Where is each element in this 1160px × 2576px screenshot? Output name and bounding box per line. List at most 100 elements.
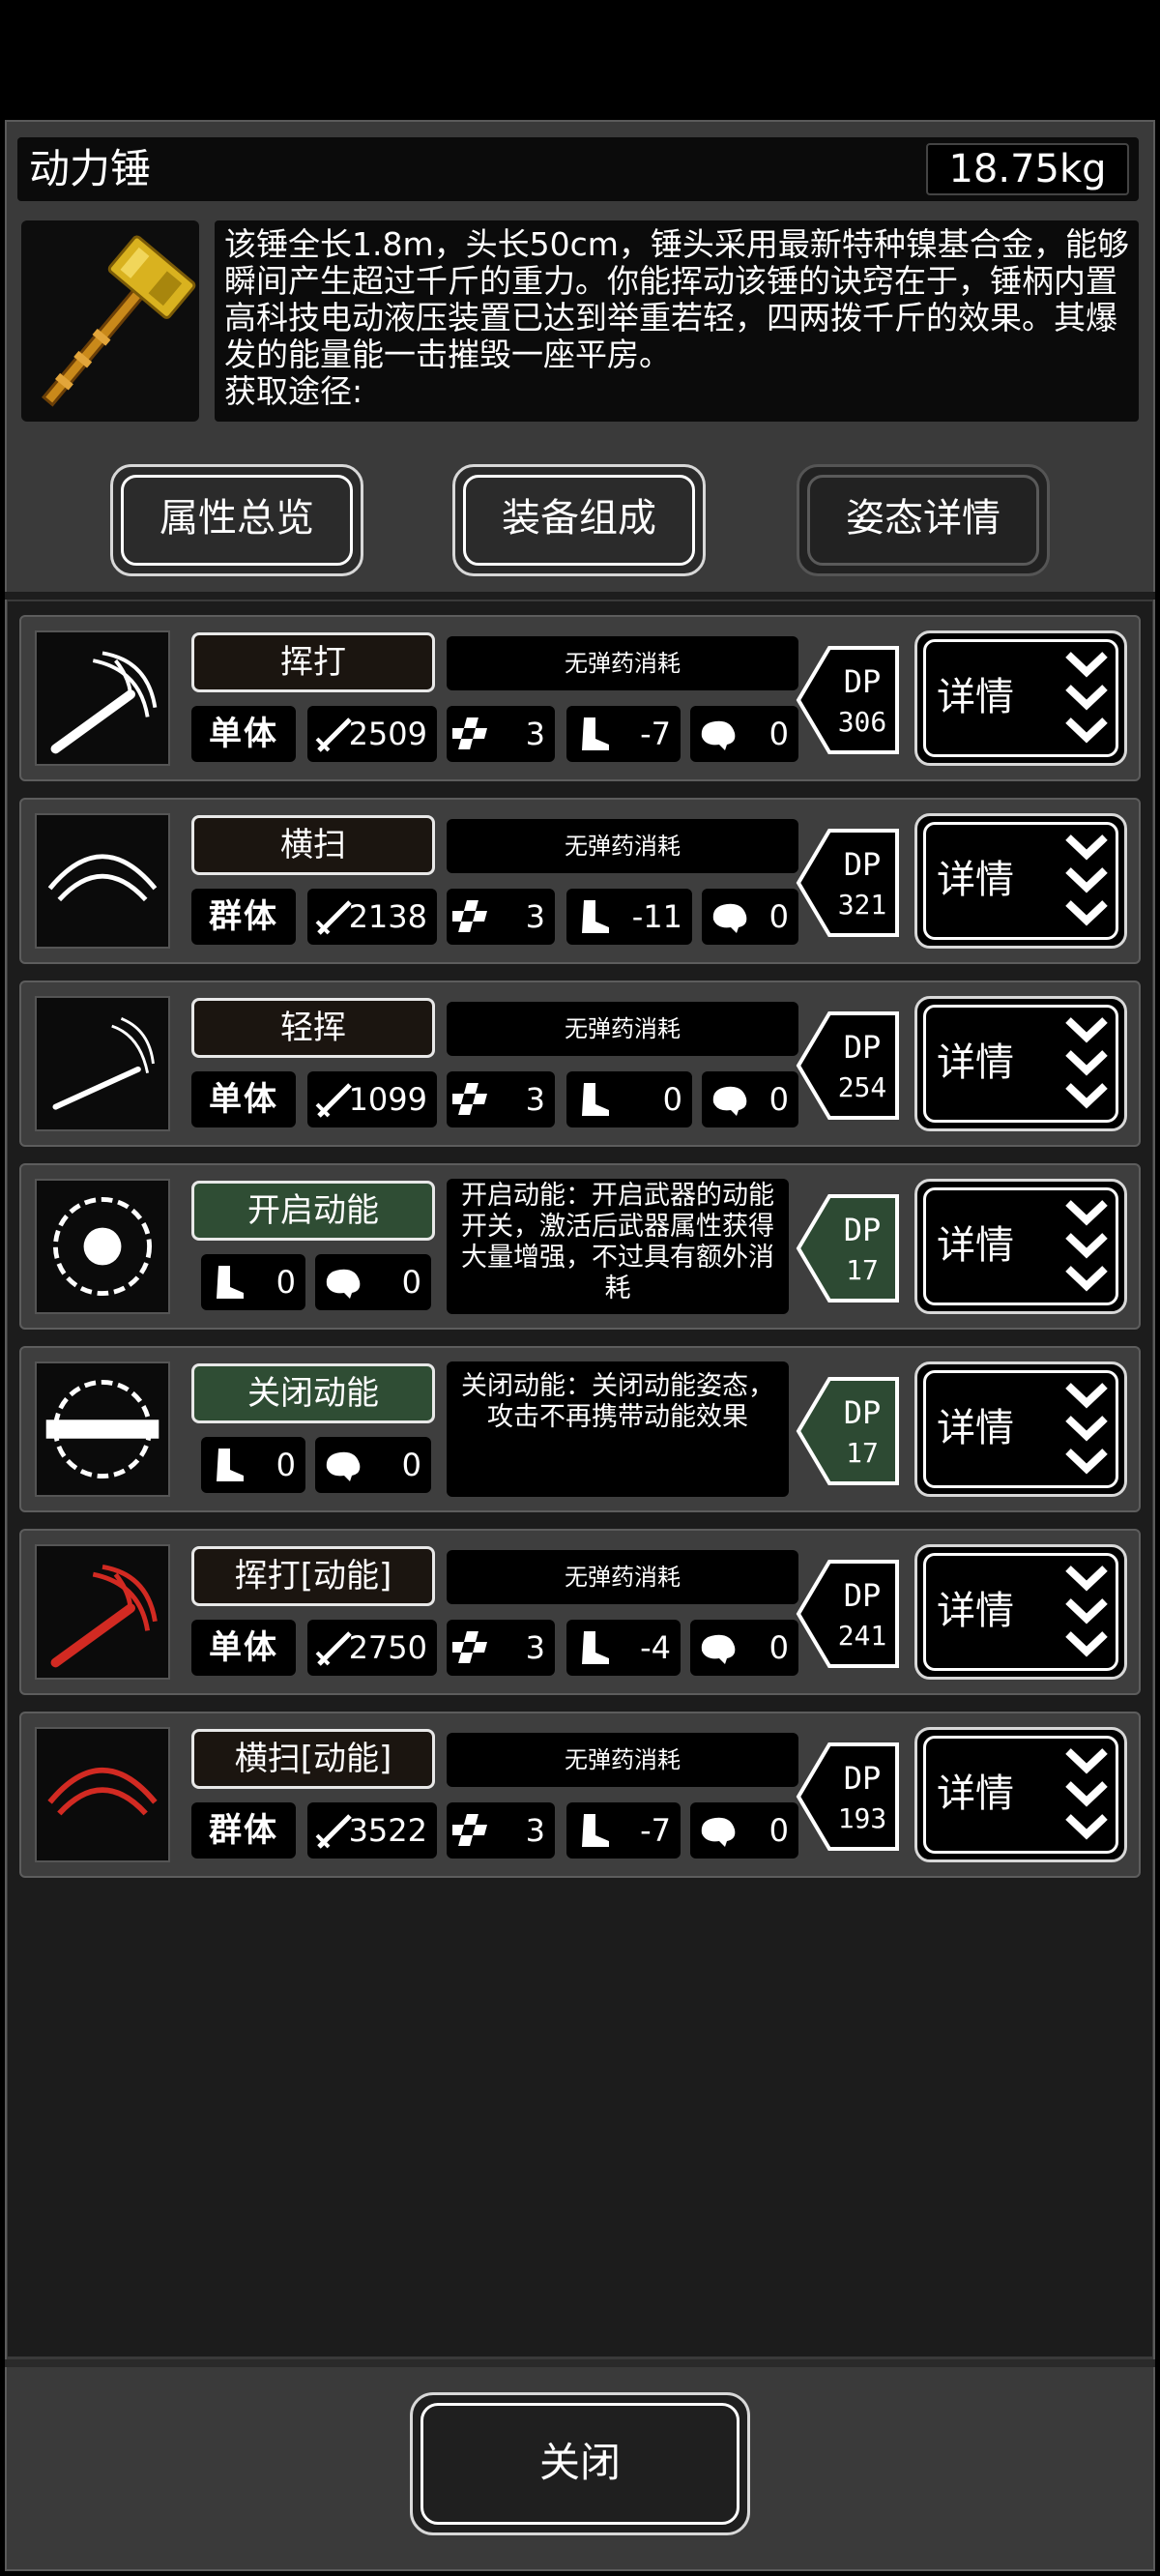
brain-stat: 0 — [690, 1620, 798, 1676]
hits-stat: 3 — [447, 1071, 555, 1127]
move-value: -7 — [640, 716, 671, 752]
hits-value: 3 — [525, 1812, 545, 1849]
move-stat: -7 — [566, 1802, 681, 1859]
chevron-down-icon — [1065, 1383, 1108, 1475]
skill-description: 关闭动能：关闭动能姿态，攻击不再携带动能效果 — [447, 1361, 789, 1497]
attack-stat: 2509 — [307, 706, 437, 762]
chevron-down-icon — [1065, 1200, 1108, 1292]
brain-stat: 0 — [690, 706, 798, 762]
ammo-cost: 无弹药消耗 — [447, 1002, 798, 1056]
tab-stance-details[interactable]: 姿态详情 — [797, 464, 1050, 576]
boot-icon — [582, 717, 609, 750]
move-stat: 0 — [201, 1437, 305, 1493]
detail-button[interactable]: 详情 — [914, 1727, 1127, 1862]
chevron-down-icon — [1065, 1566, 1108, 1657]
move-value: -11 — [631, 898, 682, 935]
move-stat: 0 — [201, 1254, 305, 1310]
detail-label: 详情 — [937, 858, 1014, 902]
hits-value: 3 — [525, 716, 545, 752]
svg-text:DP: DP — [844, 663, 882, 700]
brain-icon — [712, 1086, 747, 1116]
brain-value: 0 — [768, 1081, 789, 1118]
dp-badge: DP 241 — [796, 1560, 899, 1668]
brain-value: 0 — [768, 1629, 789, 1666]
close-label: 关闭 — [538, 2439, 621, 2486]
power-hammer-icon — [42, 235, 196, 407]
close-button[interactable]: 关闭 — [410, 2392, 750, 2535]
skill-name: 关闭动能 — [191, 1363, 435, 1423]
description-line: 该锤全长1.8m，头长50cm，锤头采用最新特种镍基合金，能够 — [224, 225, 1129, 263]
move-value: -7 — [640, 1812, 671, 1849]
detail-button[interactable]: 详情 — [914, 630, 1127, 766]
move-stat: -11 — [566, 889, 692, 945]
move-value: 0 — [662, 1081, 682, 1118]
chevron-down-icon — [1065, 1017, 1108, 1109]
skill-row: 轻挥 无弹药消耗 单体 1099 3 0 0 DP 254 详情 — [19, 981, 1141, 1147]
svg-text:306: 306 — [838, 706, 887, 738]
chevron-down-icon — [1065, 1748, 1108, 1840]
divider — [5, 592, 1155, 600]
hits-value: 3 — [525, 898, 545, 935]
tab-equipment-composition[interactable]: 装备组成 — [452, 464, 706, 576]
acquire-route-label: 获取途径: — [224, 372, 363, 410]
weapon-weight: 18.75kg — [926, 143, 1129, 195]
brain-icon — [326, 1451, 361, 1481]
detail-button[interactable]: 详情 — [914, 813, 1127, 949]
detail-label: 详情 — [937, 675, 1014, 719]
ammo-cost: 无弹药消耗 — [447, 819, 798, 873]
ammo-cost: 无弹药消耗 — [447, 636, 798, 690]
target-type: 群体 — [191, 1802, 296, 1859]
attack-stat: 2750 — [307, 1620, 437, 1676]
swing-icon — [35, 630, 170, 766]
description-line: 高科技电动液压装置已达到举重若轻，四两拨千斤的效果。其爆 — [224, 299, 1117, 337]
attack-stat: 2138 — [307, 889, 437, 945]
svg-text:17: 17 — [846, 1254, 879, 1286]
detail-button[interactable]: 详情 — [914, 1179, 1127, 1314]
boot-icon — [217, 1266, 244, 1299]
detail-button[interactable]: 详情 — [914, 1361, 1127, 1497]
detail-label: 详情 — [937, 1223, 1014, 1268]
brain-icon — [701, 1634, 736, 1664]
skill-row: 挥打 无弹药消耗 单体 2509 3 -7 0 DP 306 详情 — [19, 615, 1141, 781]
target-type: 群体 — [191, 889, 296, 945]
boot-icon — [582, 900, 609, 933]
brain-value: 0 — [768, 716, 789, 752]
move-value: -4 — [640, 1629, 671, 1666]
dp-badge: DP 17 — [796, 1194, 899, 1303]
dp-badge: DP 321 — [796, 829, 899, 937]
divider — [5, 2359, 1155, 2367]
detail-button[interactable]: 详情 — [914, 996, 1127, 1131]
skill-name: 横扫 — [191, 815, 435, 875]
svg-text:DP: DP — [844, 1394, 882, 1431]
tab-attributes-overview[interactable]: 属性总览 — [110, 464, 363, 576]
dp-badge: DP 17 — [796, 1377, 899, 1485]
title-bar: 动力锤 18.75kg — [17, 137, 1139, 201]
brain-stat: 0 — [690, 1802, 798, 1859]
skill-name: 横扫[动能] — [191, 1729, 435, 1789]
dp-badge: DP 254 — [796, 1011, 899, 1120]
detail-label: 详情 — [937, 1589, 1014, 1633]
sweep-powered-icon — [35, 1727, 170, 1862]
checker-icon — [452, 1631, 487, 1663]
tab-label: 装备组成 — [502, 496, 656, 541]
svg-text:254: 254 — [838, 1071, 887, 1103]
brain-stat: 0 — [702, 1071, 798, 1127]
svg-text:DP: DP — [844, 846, 882, 883]
hits-stat: 3 — [447, 706, 555, 762]
detail-button[interactable]: 详情 — [914, 1544, 1127, 1680]
boot-icon — [582, 1631, 609, 1664]
detail-label: 详情 — [937, 1771, 1014, 1816]
tab-label: 属性总览 — [160, 496, 314, 541]
svg-text:DP: DP — [844, 1212, 882, 1248]
hits-stat: 3 — [447, 1802, 555, 1859]
chevron-down-icon — [1065, 834, 1108, 926]
svg-text:DP: DP — [844, 1029, 882, 1066]
dp-badge: DP 193 — [796, 1742, 899, 1851]
skill-name: 开启动能 — [191, 1181, 435, 1241]
dp-badge: DP 306 — [796, 646, 899, 754]
skill-row: 横扫[动能] 无弹药消耗 群体 3522 3 -7 0 DP 193 详情 — [19, 1712, 1141, 1878]
brain-icon — [701, 1817, 736, 1847]
attack-value: 2509 — [348, 716, 427, 752]
attack-value: 1099 — [348, 1081, 427, 1118]
weapon-icon-box — [21, 220, 199, 422]
